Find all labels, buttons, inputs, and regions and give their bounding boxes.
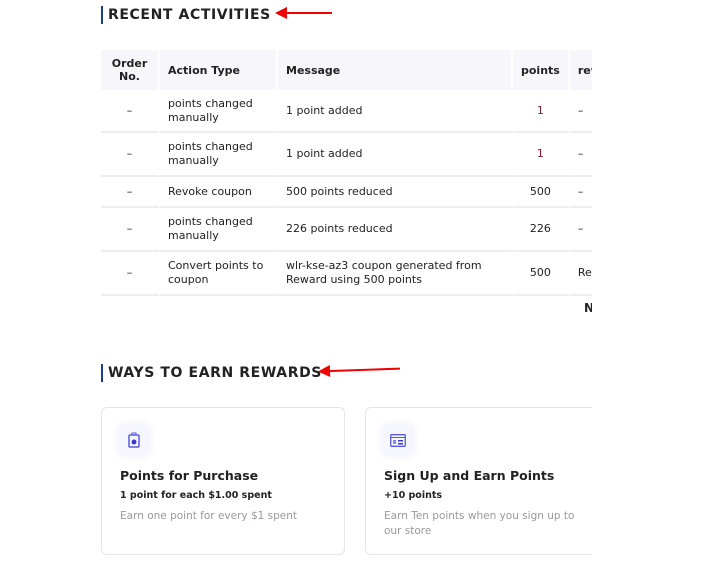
card-description: Earn one point for every $1 spent (120, 510, 298, 522)
card-description: Earn Ten points when you sign up to our … (384, 510, 575, 537)
cell-order-no: – (101, 208, 160, 252)
cell-message: 226 points reduced (278, 208, 513, 252)
cell-message: 1 point added (278, 90, 513, 133)
cell-message: wlr-kse-az3 coupon generated from Reward… (278, 252, 513, 296)
cell-points: 1 (513, 133, 570, 177)
cell-order-no: – (101, 177, 160, 208)
earn-card-purchase: Points for Purchase 1 point for each $1.… (101, 407, 345, 555)
cell-message: 1 point added (278, 133, 513, 177)
col-points: points (513, 50, 570, 90)
cell-order-no: – (101, 252, 160, 296)
card-title: Sign Up and Earn Points (384, 468, 555, 483)
annotation-arrow-icon (275, 7, 332, 19)
cell-order-no: – (101, 90, 160, 133)
content: RECENT ACTIVITIES Order No. Action Type … (0, 0, 592, 579)
col-order: Order No. (101, 50, 160, 90)
id-card-icon (382, 424, 414, 456)
recent-activities-heading: RECENT ACTIVITIES (101, 6, 271, 24)
table-row: – Convert points to coupon wlr-kse-az3 cou… (101, 252, 592, 296)
cell-points: 1 (513, 90, 570, 133)
cell-message: 500 points reduced (278, 177, 513, 208)
cell-action-type: points changed manually (160, 133, 278, 177)
cell-order-no: – (101, 133, 160, 177)
cell-points: 226 (513, 208, 570, 252)
cell-action-type: points changed manually (160, 208, 278, 252)
cell-reward: Reward (569, 252, 592, 296)
pagination-label[interactable]: N (584, 301, 592, 315)
cell-reward: – (569, 208, 592, 252)
table-row: – points changed manually 226 points reduc… (101, 208, 592, 252)
card-subtitle: +10 points (384, 490, 443, 501)
cell-points: 500 (513, 252, 570, 296)
cell-reward: – (569, 90, 592, 133)
table-row: – points changed manually 1 point added 1– (101, 133, 592, 177)
ways-to-earn-heading: WAYS TO EARN REWARDS (101, 364, 322, 382)
cell-action-type: Convert points to coupon (160, 252, 278, 296)
cell-reward: – (569, 177, 592, 208)
cell-action-type: Revoke coupon (160, 177, 278, 208)
col-message: Message (278, 50, 513, 90)
cell-action-type: points changed manually (160, 90, 278, 133)
col-action: Action Type (160, 50, 278, 90)
activities-table: Order No. Action Type Message points rew… (101, 50, 592, 296)
cell-points: 500 (513, 177, 570, 208)
earn-card-signup: Sign Up and Earn Points +10 points Earn … (365, 407, 592, 555)
shopping-bag-icon (118, 424, 150, 456)
table-header: Order No. Action Type Message points rew… (101, 50, 592, 90)
table-row: – points changed manually 1 point added 1– (101, 90, 592, 133)
col-reward: reward (569, 50, 592, 90)
card-title: Points for Purchase (120, 468, 259, 483)
cell-reward: – (569, 133, 592, 177)
table-row: – Revoke coupon 500 points reduced 500– (101, 177, 592, 208)
card-subtitle: 1 point for each $1.00 spent (120, 490, 272, 501)
